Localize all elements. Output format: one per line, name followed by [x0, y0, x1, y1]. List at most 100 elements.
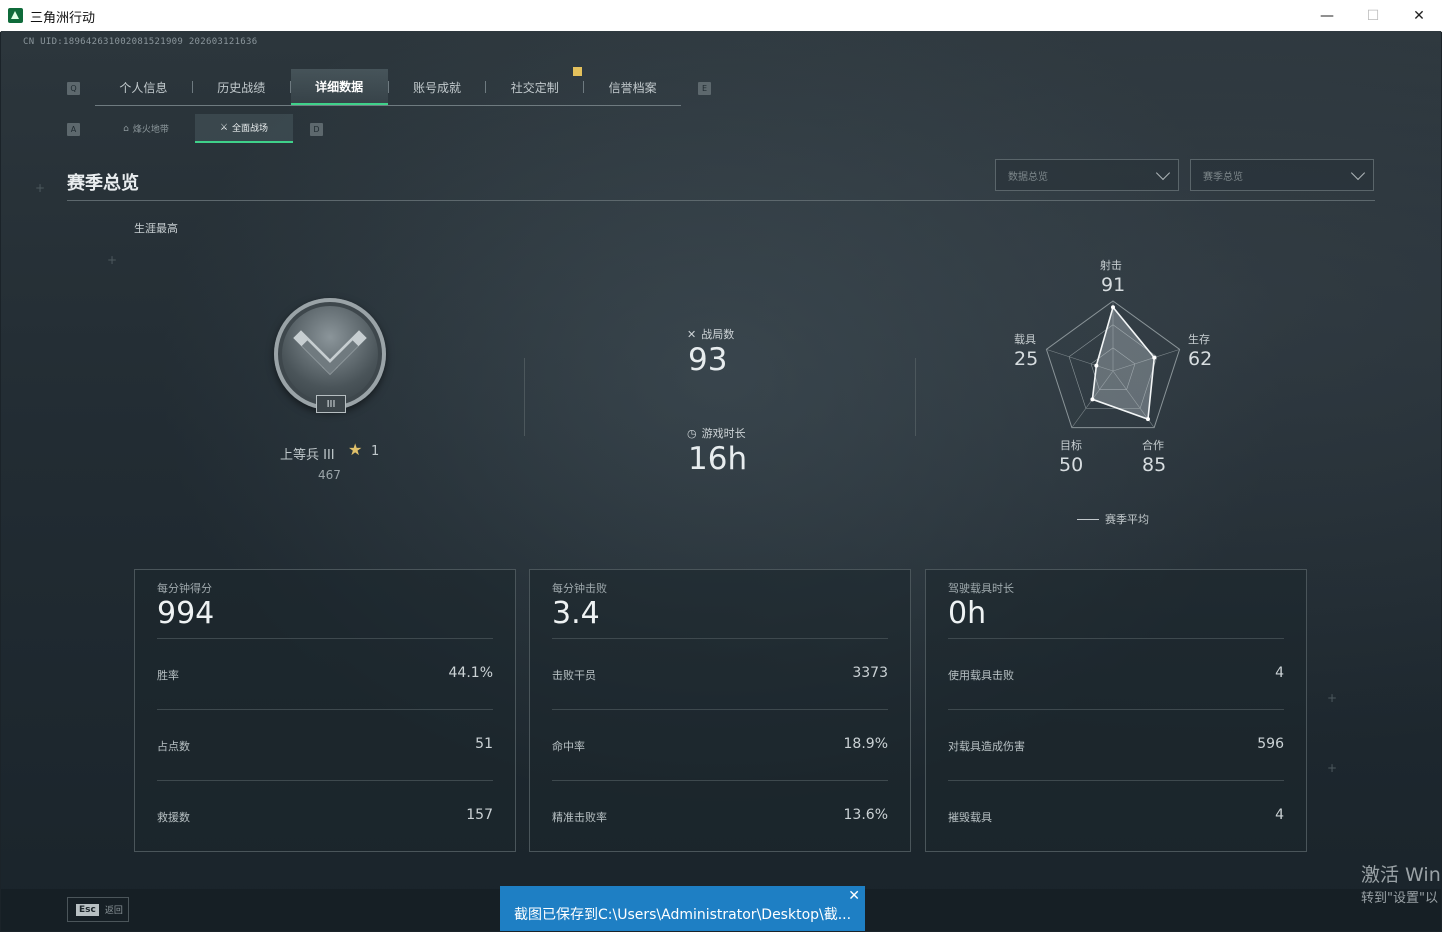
- stat-row-label: 摧毁载具: [948, 811, 992, 824]
- rank-emblem-icon: III: [274, 298, 386, 413]
- dropdown-value: 数据总览: [1008, 171, 1048, 183]
- radar-label-shooting: 射击: [1100, 259, 1122, 272]
- screenshot-saved-toast[interactable]: 截图已保存到C:\Users\Administrator\Desktop\截..…: [500, 886, 865, 931]
- tab-achievements[interactable]: 账号成就: [389, 69, 486, 105]
- radar-point: [1145, 417, 1150, 422]
- stat-row-value: 44.1%: [448, 665, 493, 681]
- radar-label-objective: 目标: [1060, 439, 1082, 452]
- card-head-value: 0h: [948, 596, 987, 631]
- season-dropdown[interactable]: 赛季总览: [1190, 159, 1374, 191]
- uid-text: CN UID:1896426310020815219​09 2026031216…: [23, 37, 258, 47]
- divider: [524, 358, 525, 436]
- hazard-zone-icon: ⌂: [123, 123, 129, 134]
- card-head-label: 驾驶载具时长: [948, 582, 1014, 595]
- radar-point: [1090, 397, 1095, 402]
- maximize-button[interactable]: ☐: [1350, 0, 1396, 31]
- stat-card-score: 每分钟得分 994 胜率 44.1% 占点数 51 救援数 157: [134, 569, 516, 852]
- stat-row: 精准击败率 13.6%: [552, 780, 888, 852]
- subnav-next-key[interactable]: D: [310, 123, 323, 136]
- stat-row-value: 4: [1275, 807, 1284, 823]
- stat-row-label: 击败干员: [552, 669, 596, 682]
- game-screen: CN UID:1896426310020815219​09 2026031216…: [1, 31, 1441, 931]
- subnav-prev-key[interactable]: A: [67, 123, 80, 136]
- stat-row-label: 救援数: [157, 811, 190, 824]
- stat-row-label: 占点数: [157, 740, 190, 753]
- nav-next-key[interactable]: E: [698, 82, 711, 95]
- subtab-label: 全面战场: [232, 124, 269, 134]
- window-titlebar: 三角洲行动 — ☐ ✕: [0, 0, 1442, 32]
- stat-row-label: 胜率: [157, 669, 179, 682]
- section-divider: [67, 200, 1375, 201]
- stat-row-label: 使用载具击败: [948, 669, 1014, 682]
- radar-label-teamwork: 合作: [1142, 439, 1164, 452]
- main-tab-bar: 个人信息 历史战绩 详细数据 账号成就 社交定制 信誉档案: [95, 69, 681, 106]
- divider: [915, 358, 916, 436]
- stat-row-value: 3373: [852, 665, 888, 681]
- rank-numeral: III: [316, 395, 346, 413]
- stat-row-label: 对载具造成伤害: [948, 740, 1025, 753]
- tab-credit-record[interactable]: 信誉档案: [584, 69, 681, 105]
- activate-windows-subtext: 转到"设置"以: [1361, 891, 1438, 906]
- subtab-hazard-zone[interactable]: ⌂ 烽火地带: [97, 114, 195, 143]
- rank-points: 467: [318, 468, 341, 482]
- rank-name: 上等兵 III: [280, 448, 335, 463]
- data-overview-dropdown[interactable]: 数据总览: [995, 159, 1179, 191]
- stat-row: 救援数 157: [157, 780, 493, 852]
- legend-line-icon: [1077, 518, 1099, 520]
- ability-radar-chart: [1045, 300, 1181, 429]
- subtab-warfare[interactable]: ⚔ 全面战场: [195, 114, 293, 143]
- stat-row: 占点数 51: [157, 709, 493, 781]
- playtime-value: 16h: [688, 441, 748, 477]
- nav-prev-key[interactable]: Q: [67, 82, 80, 95]
- toast-close-button[interactable]: ✕: [848, 888, 860, 904]
- section-title: 赛季总览: [67, 173, 139, 194]
- card-head-value: 994: [157, 596, 215, 631]
- back-button[interactable]: Esc 返回: [67, 897, 129, 922]
- stat-row-value: 18.9%: [843, 736, 888, 752]
- stat-row: 胜率 44.1%: [157, 638, 493, 710]
- radar-legend: 赛季平均: [1077, 511, 1149, 527]
- stat-row-value: 596: [1257, 736, 1284, 752]
- playtime-label: ◷ 游戏时长: [687, 425, 746, 441]
- radar-value-survival: 62: [1188, 348, 1213, 370]
- stat-row: 击败干员 3373: [552, 638, 888, 710]
- stat-row-value: 4: [1275, 665, 1284, 681]
- radar-value-teamwork: 85: [1142, 454, 1167, 476]
- card-head-value: 3.4: [552, 596, 600, 631]
- tab-personal-info[interactable]: 个人信息: [95, 69, 192, 105]
- stat-row: 使用载具击败 4: [948, 638, 1284, 710]
- radar-value-vehicle: 25: [1014, 348, 1039, 370]
- minimize-button[interactable]: —: [1304, 0, 1350, 31]
- tab-social-custom[interactable]: 社交定制: [486, 69, 583, 105]
- matches-label: ✕ 战局数: [687, 326, 734, 342]
- stopwatch-icon: ◷: [687, 426, 697, 440]
- crossed-swords-icon: ✕: [687, 327, 697, 341]
- chevron-down-icon: [1155, 165, 1171, 181]
- tab-detailed-data[interactable]: 详细数据: [290, 69, 388, 105]
- stat-row: 命中率 18.9%: [552, 709, 888, 781]
- subtab-label: 烽火地带: [132, 125, 169, 135]
- stat-row-label: 命中率: [552, 740, 585, 753]
- activate-windows-watermark: 激活 Win: [1361, 864, 1441, 886]
- chevron-down-icon: [1350, 165, 1366, 181]
- stat-row-value: 13.6%: [843, 807, 888, 823]
- matches-label-text: 战局数: [701, 328, 735, 341]
- star-icon: ★: [348, 440, 363, 459]
- stat-row-value: 51: [475, 736, 493, 752]
- decor-cross-icon: +: [1327, 761, 1338, 775]
- legend-label: 赛季平均: [1105, 513, 1149, 526]
- card-head-label: 每分钟得分: [157, 582, 212, 595]
- playtime-label-text: 游戏时长: [701, 427, 746, 440]
- warfare-icon: ⚔: [219, 122, 229, 133]
- radar-value-objective: 50: [1059, 454, 1084, 476]
- close-window-button[interactable]: ✕: [1396, 0, 1442, 31]
- decor-cross-icon: +: [1327, 691, 1338, 705]
- stat-row: 摧毁载具 4: [948, 780, 1284, 852]
- radar-point: [1111, 305, 1115, 310]
- tab-match-history[interactable]: 历史战绩: [193, 69, 290, 105]
- career-best-label: 生涯最高: [134, 222, 178, 235]
- stat-card-kills: 每分钟击败 3.4 击败干员 3373 命中率 18.9% 精准击败率 13.6…: [529, 569, 911, 852]
- matches-value: 93: [688, 342, 728, 378]
- stat-row-label: 精准击败率: [552, 811, 607, 824]
- radar-label-survival: 生存: [1188, 333, 1210, 346]
